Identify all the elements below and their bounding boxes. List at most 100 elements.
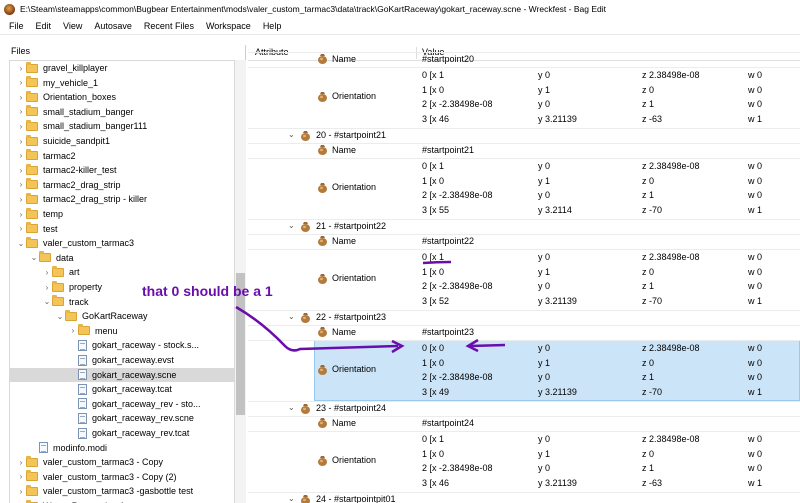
chevron-right-icon[interactable]: › (16, 458, 26, 467)
matrix-cell[interactable]: w 0 (748, 370, 762, 384)
menu-file[interactable]: File (3, 18, 30, 35)
folder-item[interactable]: › small_stadium_banger (10, 105, 234, 119)
chevron-down-icon[interactable]: ⌄ (55, 312, 65, 321)
matrix-cell[interactable]: y 0 (538, 68, 550, 82)
matrix-cell[interactable]: 1 [x 0 (422, 174, 444, 188)
menu-workspace[interactable]: Workspace (200, 18, 257, 35)
matrix-cell[interactable]: y 0 (538, 461, 550, 475)
file-item[interactable]: gokart_raceway_rev.tcat (10, 426, 234, 440)
matrix-cell[interactable]: z 2.38498e-08 (642, 68, 700, 82)
matrix-cell[interactable]: 0 [x 0 (422, 341, 444, 355)
matrix-cell[interactable]: z -63 (642, 476, 662, 490)
matrix-cell[interactable]: y 1 (538, 356, 550, 370)
matrix-cell[interactable]: w 0 (748, 341, 762, 355)
matrix-cell[interactable]: z 0 (642, 447, 654, 461)
matrix-cell[interactable]: y 0 (538, 159, 550, 173)
name-value[interactable]: #startpoint21 (422, 143, 474, 157)
matrix-cell[interactable]: 2 [x -2.38498e-08 (422, 188, 493, 202)
chevron-right-icon[interactable]: › (16, 64, 26, 73)
matrix-cell[interactable]: y 0 (538, 279, 550, 293)
folder-item[interactable]: › tarmac2_drag_strip - killer (10, 192, 234, 206)
matrix-cell[interactable]: z -70 (642, 203, 662, 217)
chevron-right-icon[interactable]: › (16, 195, 26, 204)
matrix-cell[interactable]: z -70 (642, 294, 662, 308)
file-item[interactable]: gokart_raceway - stock.s... (10, 338, 234, 352)
file-item[interactable]: gokart_raceway.evst (10, 353, 234, 367)
menu-help[interactable]: Help (257, 18, 288, 35)
matrix-cell[interactable]: 2 [x -2.38498e-08 (422, 97, 493, 111)
matrix-cell[interactable]: 1 [x 0 (422, 265, 444, 279)
matrix-cell[interactable]: w 0 (748, 83, 762, 97)
matrix-cell[interactable]: z 2.38498e-08 (642, 341, 700, 355)
matrix-cell[interactable]: y 1 (538, 83, 550, 97)
chevron-right-icon[interactable]: › (16, 180, 26, 189)
matrix-cell[interactable]: w 0 (748, 159, 762, 173)
chevron-right-icon[interactable]: › (42, 268, 52, 277)
matrix-cell[interactable]: z 0 (642, 265, 654, 279)
matrix-cell[interactable]: w 0 (748, 447, 762, 461)
matrix-cell[interactable]: y 3.2114 (538, 203, 572, 217)
menu-recent-files[interactable]: Recent Files (138, 18, 200, 35)
matrix-cell[interactable]: w 0 (748, 279, 762, 293)
group-label[interactable]: 20 - #startpoint21 (316, 128, 386, 142)
matrix-cell[interactable]: z 1 (642, 461, 654, 475)
matrix-cell[interactable]: z 1 (642, 370, 654, 384)
matrix-cell[interactable]: y 3.21139 (538, 476, 577, 490)
folder-item[interactable]: › menu (10, 324, 234, 338)
folder-item[interactable]: › gravel_killplayer (10, 61, 234, 75)
chevron-right-icon[interactable]: › (16, 122, 26, 131)
matrix-cell[interactable]: w 0 (748, 250, 762, 264)
matrix-cell[interactable]: z 2.38498e-08 (642, 250, 700, 264)
folder-item[interactable]: › art (10, 265, 234, 279)
matrix-cell[interactable]: 0 [x 1 (422, 159, 444, 173)
matrix-cell[interactable]: z -63 (642, 112, 662, 126)
folder-item[interactable]: › suicide_sandpit1 (10, 134, 234, 148)
chevron-right-icon[interactable]: › (16, 487, 26, 496)
chevron-right-icon[interactable]: › (42, 283, 52, 292)
folder-item[interactable]: › small_stadium_banger111 (10, 119, 234, 133)
matrix-cell[interactable]: w 0 (748, 432, 762, 446)
chevron-right-icon[interactable]: › (16, 210, 26, 219)
matrix-cell[interactable]: w 1 (748, 476, 762, 490)
name-value[interactable]: #startpoint22 (422, 234, 474, 248)
menu-autosave[interactable]: Autosave (88, 18, 138, 35)
matrix-cell[interactable]: w 0 (748, 97, 762, 111)
matrix-cell[interactable]: y 0 (538, 432, 550, 446)
name-value[interactable]: #startpoint20 (422, 52, 474, 66)
chevron-right-icon[interactable]: › (16, 224, 26, 233)
menu-view[interactable]: View (57, 18, 88, 35)
matrix-cell[interactable]: w 1 (748, 112, 762, 126)
matrix-cell[interactable]: z 1 (642, 279, 654, 293)
chevron-right-icon[interactable]: › (16, 93, 26, 102)
folder-item[interactable]: › valer_custom_tarmac3 - Copy (10, 455, 234, 469)
chevron-right-icon[interactable]: › (16, 151, 26, 160)
matrix-cell[interactable]: y 3.21139 (538, 112, 577, 126)
matrix-cell[interactable]: z 2.38498e-08 (642, 159, 700, 173)
column-separator[interactable] (416, 47, 417, 59)
chevron-down-icon[interactable]: ⌄ (29, 253, 39, 262)
matrix-cell[interactable]: y 3.21139 (538, 294, 577, 308)
matrix-cell[interactable]: w 0 (748, 174, 762, 188)
matrix-cell[interactable]: 0 [x 1 (422, 250, 444, 264)
file-item[interactable]: gokart_raceway.scne (10, 367, 234, 382)
matrix-cell[interactable]: z 2.38498e-08 (642, 432, 700, 446)
folder-item[interactable]: › tarmac2_drag_strip (10, 178, 234, 192)
matrix-cell[interactable]: 3 [x 55 (422, 203, 449, 217)
folder-item[interactable]: ⌄ data (10, 251, 234, 265)
matrix-cell[interactable]: y 1 (538, 447, 550, 461)
matrix-cell[interactable]: 3 [x 52 (422, 294, 449, 308)
matrix-cell[interactable]: 3 [x 46 (422, 476, 449, 490)
folder-item[interactable]: › tarmac2 (10, 149, 234, 163)
matrix-cell[interactable]: z 1 (642, 97, 654, 111)
group-label[interactable]: 24 - #startpointpit01 (316, 492, 396, 503)
name-value[interactable]: #startpoint23 (422, 325, 474, 339)
matrix-cell[interactable]: z 0 (642, 174, 654, 188)
matrix-cell[interactable]: w 1 (748, 203, 762, 217)
chevron-right-icon[interactable]: › (68, 326, 78, 335)
matrix-cell[interactable]: y 1 (538, 265, 550, 279)
name-value[interactable]: #startpoint24 (422, 416, 474, 430)
matrix-cell[interactable]: w 0 (748, 356, 762, 370)
file-item[interactable]: gokart_raceway_rev.scne (10, 411, 234, 425)
group-label[interactable]: 22 - #startpoint23 (316, 310, 386, 324)
chevron-right-icon[interactable]: › (16, 78, 26, 87)
